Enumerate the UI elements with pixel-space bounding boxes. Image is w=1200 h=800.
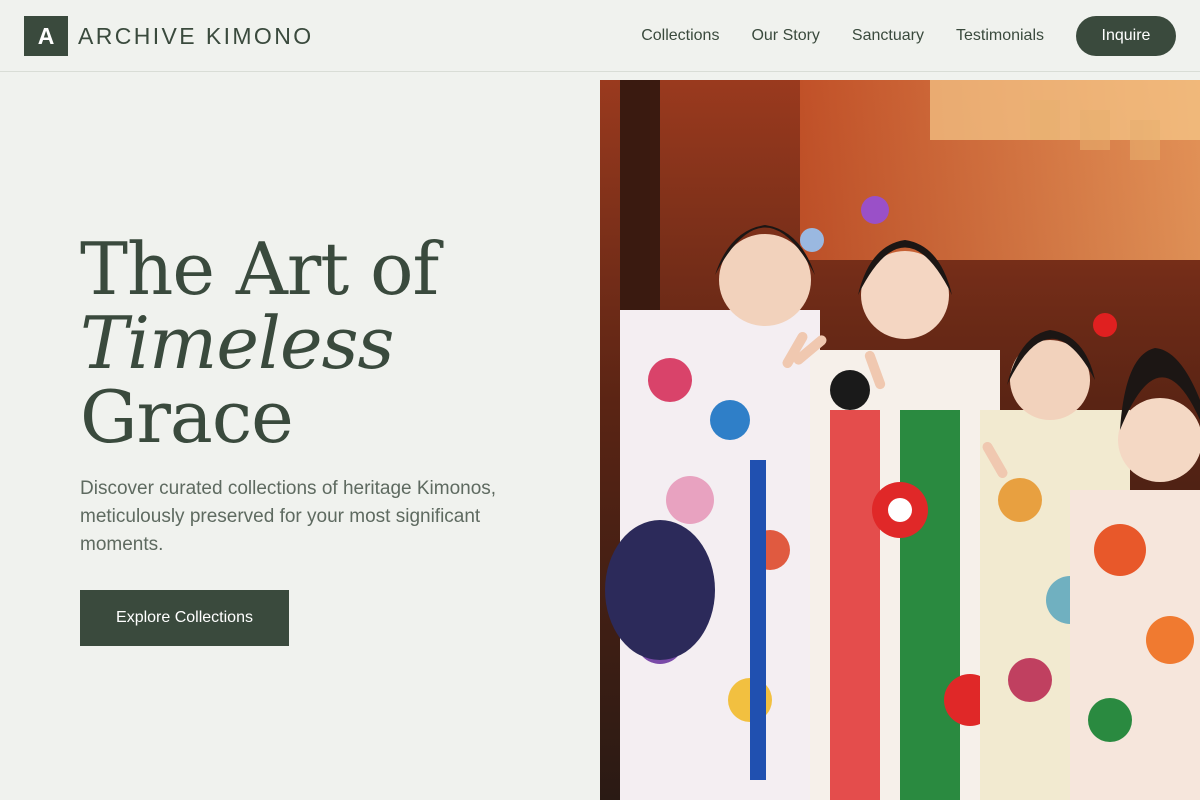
kimono-photo-illustration [600,80,1200,800]
explore-collections-button[interactable]: Explore Collections [80,590,289,646]
nav-link-testimonials[interactable]: Testimonials [956,27,1044,45]
figure-1 [605,225,824,800]
nav-link-sanctuary[interactable]: Sanctuary [852,27,924,45]
logo-mark: A [24,16,68,56]
hero-title-line-2: Timeless [80,301,394,385]
hero-title-line-1: The Art of [80,227,439,311]
hero-title-line-3: Grace [80,375,294,459]
hero-photo [600,80,1200,800]
site-header: A ARCHIVE KIMONO Collections Our Story S… [0,0,1200,72]
inquire-button[interactable]: Inquire [1076,16,1176,56]
brand-logo[interactable]: A ARCHIVE KIMONO [24,16,314,56]
nav-link-our-story[interactable]: Our Story [751,27,819,45]
brand-name: ARCHIVE KIMONO [78,22,314,49]
hero-title: The Art of Timeless Grace [80,227,439,459]
hero-subtitle: Discover curated collections of heritage… [80,478,497,555]
nav-link-collections[interactable]: Collections [641,27,719,45]
main-nav: Collections Our Story Sanctuary Testimon… [641,16,1176,56]
